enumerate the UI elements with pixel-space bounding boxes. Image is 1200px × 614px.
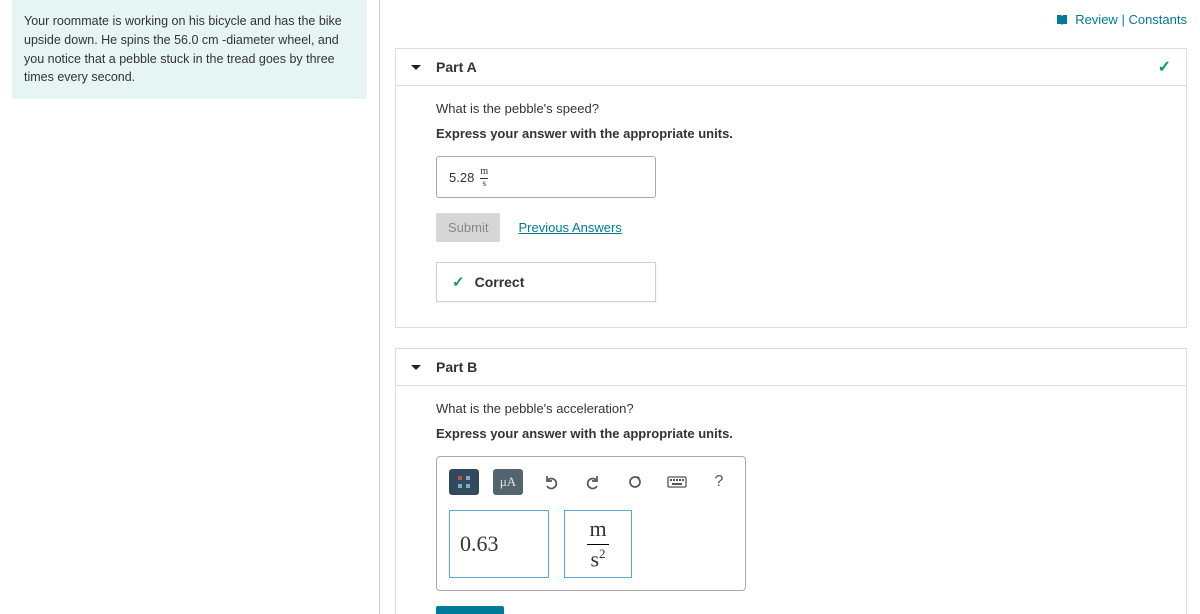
link-separator: | xyxy=(1121,12,1124,27)
unit-bot: s2 xyxy=(590,545,605,572)
part-a-question: What is the pebble's speed? xyxy=(436,101,1171,116)
undo-icon[interactable] xyxy=(537,469,565,495)
previous-answers-link-a[interactable]: Previous Answers xyxy=(518,220,621,235)
constants-link[interactable]: Constants xyxy=(1128,12,1187,27)
submit-button-b[interactable]: Submit xyxy=(436,606,504,614)
answer-editor: μA ? 0.63 xyxy=(436,456,746,591)
reset-icon[interactable] xyxy=(621,469,649,495)
unit-input[interactable]: m s2 xyxy=(564,510,632,578)
submit-button-a: Submit xyxy=(436,213,500,242)
review-link[interactable]: Review xyxy=(1075,12,1118,27)
check-icon: ✓ xyxy=(452,273,465,291)
value-input[interactable]: 0.63 xyxy=(449,510,549,578)
top-links: Review | Constants xyxy=(395,12,1187,28)
mu-tool-icon[interactable]: μA xyxy=(493,469,523,495)
part-a-answer: 5.28 m s xyxy=(436,156,656,198)
part-b-question: What is the pebble's acceleration? xyxy=(436,401,1171,416)
caret-down-icon xyxy=(411,65,421,70)
part-a-feedback: ✓ Correct xyxy=(436,262,656,302)
part-a-unit-top: m xyxy=(480,167,488,179)
part-b-title: Part B xyxy=(436,359,477,375)
caret-down-icon xyxy=(411,365,421,370)
book-icon xyxy=(1056,13,1068,28)
fraction-tool-icon[interactable] xyxy=(449,469,479,495)
part-a-title: Part A xyxy=(436,59,477,75)
part-b: Part B What is the pebble's acceleration… xyxy=(395,348,1187,614)
unit-top: m xyxy=(587,516,609,545)
problem-statement: Your roommate is working on his bicycle … xyxy=(12,0,367,99)
part-b-instructions: Express your answer with the appropriate… xyxy=(436,426,1171,441)
part-a: Part A ✓ What is the pebble's speed? Exp… xyxy=(395,48,1187,328)
part-b-header[interactable]: Part B xyxy=(396,349,1186,386)
editor-toolbar: μA ? xyxy=(449,469,733,495)
part-a-feedback-text: Correct xyxy=(475,274,525,290)
part-a-instructions: Express your answer with the appropriate… xyxy=(436,126,1171,141)
part-a-header[interactable]: Part A ✓ xyxy=(396,49,1186,86)
part-a-unit-bot: s xyxy=(482,179,486,188)
help-icon[interactable]: ? xyxy=(705,469,733,495)
part-a-value: 5.28 xyxy=(449,170,474,185)
check-icon: ✓ xyxy=(1158,57,1171,77)
keyboard-icon[interactable] xyxy=(663,469,691,495)
redo-icon[interactable] xyxy=(579,469,607,495)
